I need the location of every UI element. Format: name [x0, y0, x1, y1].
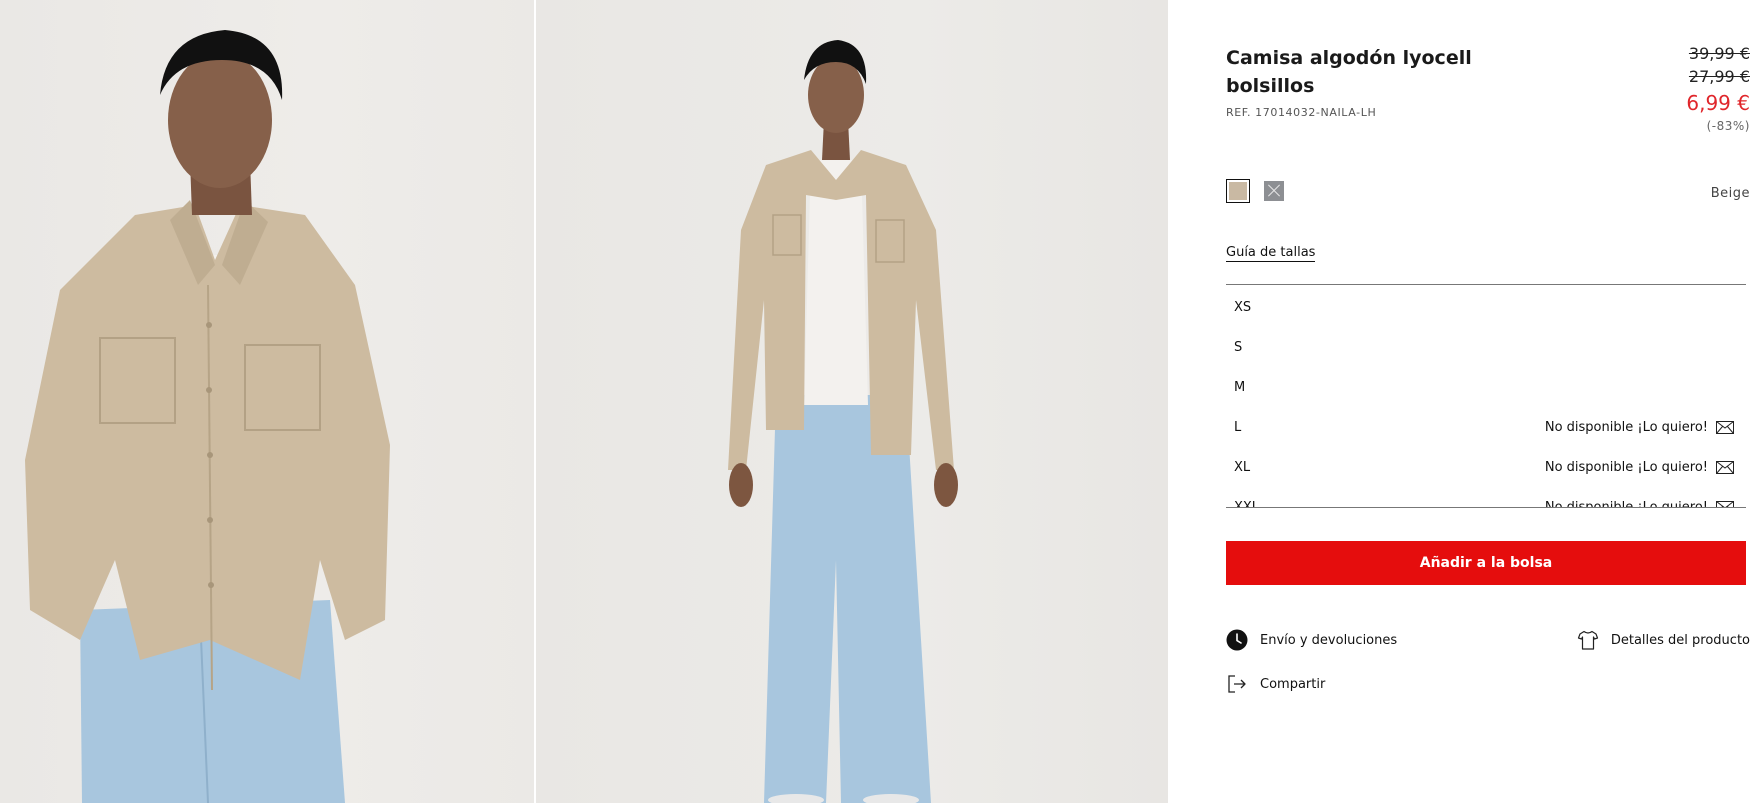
size-option-xs[interactable]: XS [1226, 287, 1746, 327]
size-label: XL [1234, 459, 1251, 475]
mail-icon [1716, 500, 1734, 507]
beige-swatch[interactable] [1226, 179, 1250, 203]
mail-icon [1716, 420, 1734, 434]
notify-me-link[interactable]: No disponible ¡Lo quiero! [1545, 460, 1734, 475]
color-swatches [1226, 179, 1284, 203]
size-option-m[interactable]: M [1226, 367, 1746, 407]
tshirt-icon [1577, 630, 1598, 650]
product-photo-front[interactable] [0, 0, 534, 803]
grey-swatch-unavailable[interactable] [1264, 181, 1284, 201]
shipping-returns-link[interactable]: Envío y devoluciones [1226, 629, 1397, 651]
size-option-xl[interactable]: XL No disponible ¡Lo quiero! [1226, 447, 1746, 487]
notify-me-link[interactable]: No disponible ¡Lo quiero! [1544, 499, 1734, 508]
product-details-link[interactable]: Detalles del producto [1577, 629, 1750, 651]
model-full-body-illustration [728, 40, 958, 803]
price-block: 39,99 € 27,99 € 6,99 € (-83%) [1686, 42, 1750, 135]
shipping-returns-label: Envío y devoluciones [1260, 632, 1398, 648]
add-to-bag-button[interactable]: Añadir a la bolsa [1226, 541, 1746, 585]
size-option-l[interactable]: L No disponible ¡Lo quiero! [1226, 407, 1746, 447]
notify-status-text: No disponible ¡Lo quiero! [1544, 419, 1708, 435]
size-list: XS S M L No disponible ¡Lo quiero! XL No… [1226, 284, 1746, 508]
share-link[interactable]: Compartir [1226, 673, 1325, 695]
product-detail-panel: Camisa algodón lyocell bolsillos REF. 17… [1168, 0, 1764, 803]
mail-icon [1716, 460, 1734, 474]
size-label: M [1234, 379, 1246, 395]
notify-status-text: No disponible ¡Lo quiero! [1544, 459, 1708, 475]
share-icon [1228, 675, 1246, 693]
notify-me-link[interactable]: No disponible ¡Lo quiero! [1545, 420, 1734, 435]
selected-color-name: Beige [1710, 186, 1750, 201]
size-option-xxl[interactable]: XXL No disponible ¡Lo quiero! [1226, 487, 1746, 508]
current-price: 6,99 € [1686, 91, 1750, 115]
discount-badge: (-83%) [1706, 119, 1750, 133]
share-label: Compartir [1260, 676, 1326, 692]
size-guide-link[interactable]: Guía de tallas [1226, 245, 1316, 262]
product-photo-full-body[interactable] [536, 0, 1168, 803]
model-front-illustration [25, 30, 390, 803]
clock-icon [1226, 629, 1248, 651]
size-label: S [1234, 339, 1243, 355]
size-label: XS [1234, 299, 1252, 315]
product-reference: REF. 17014032-NAILA-LH [1226, 106, 1377, 119]
original-price: 39,99 € [1688, 44, 1750, 63]
size-label: L [1234, 419, 1242, 435]
size-label: XXL [1234, 499, 1260, 508]
previous-price: 27,99 € [1688, 67, 1750, 86]
product-title: Camisa algodón lyocell bolsillos [1226, 47, 1472, 97]
size-option-s[interactable]: S [1226, 327, 1746, 367]
product-gallery [0, 0, 1168, 803]
product-details-label: Detalles del producto [1610, 632, 1750, 648]
notify-status-text: No disponible ¡Lo quiero! [1544, 499, 1708, 508]
